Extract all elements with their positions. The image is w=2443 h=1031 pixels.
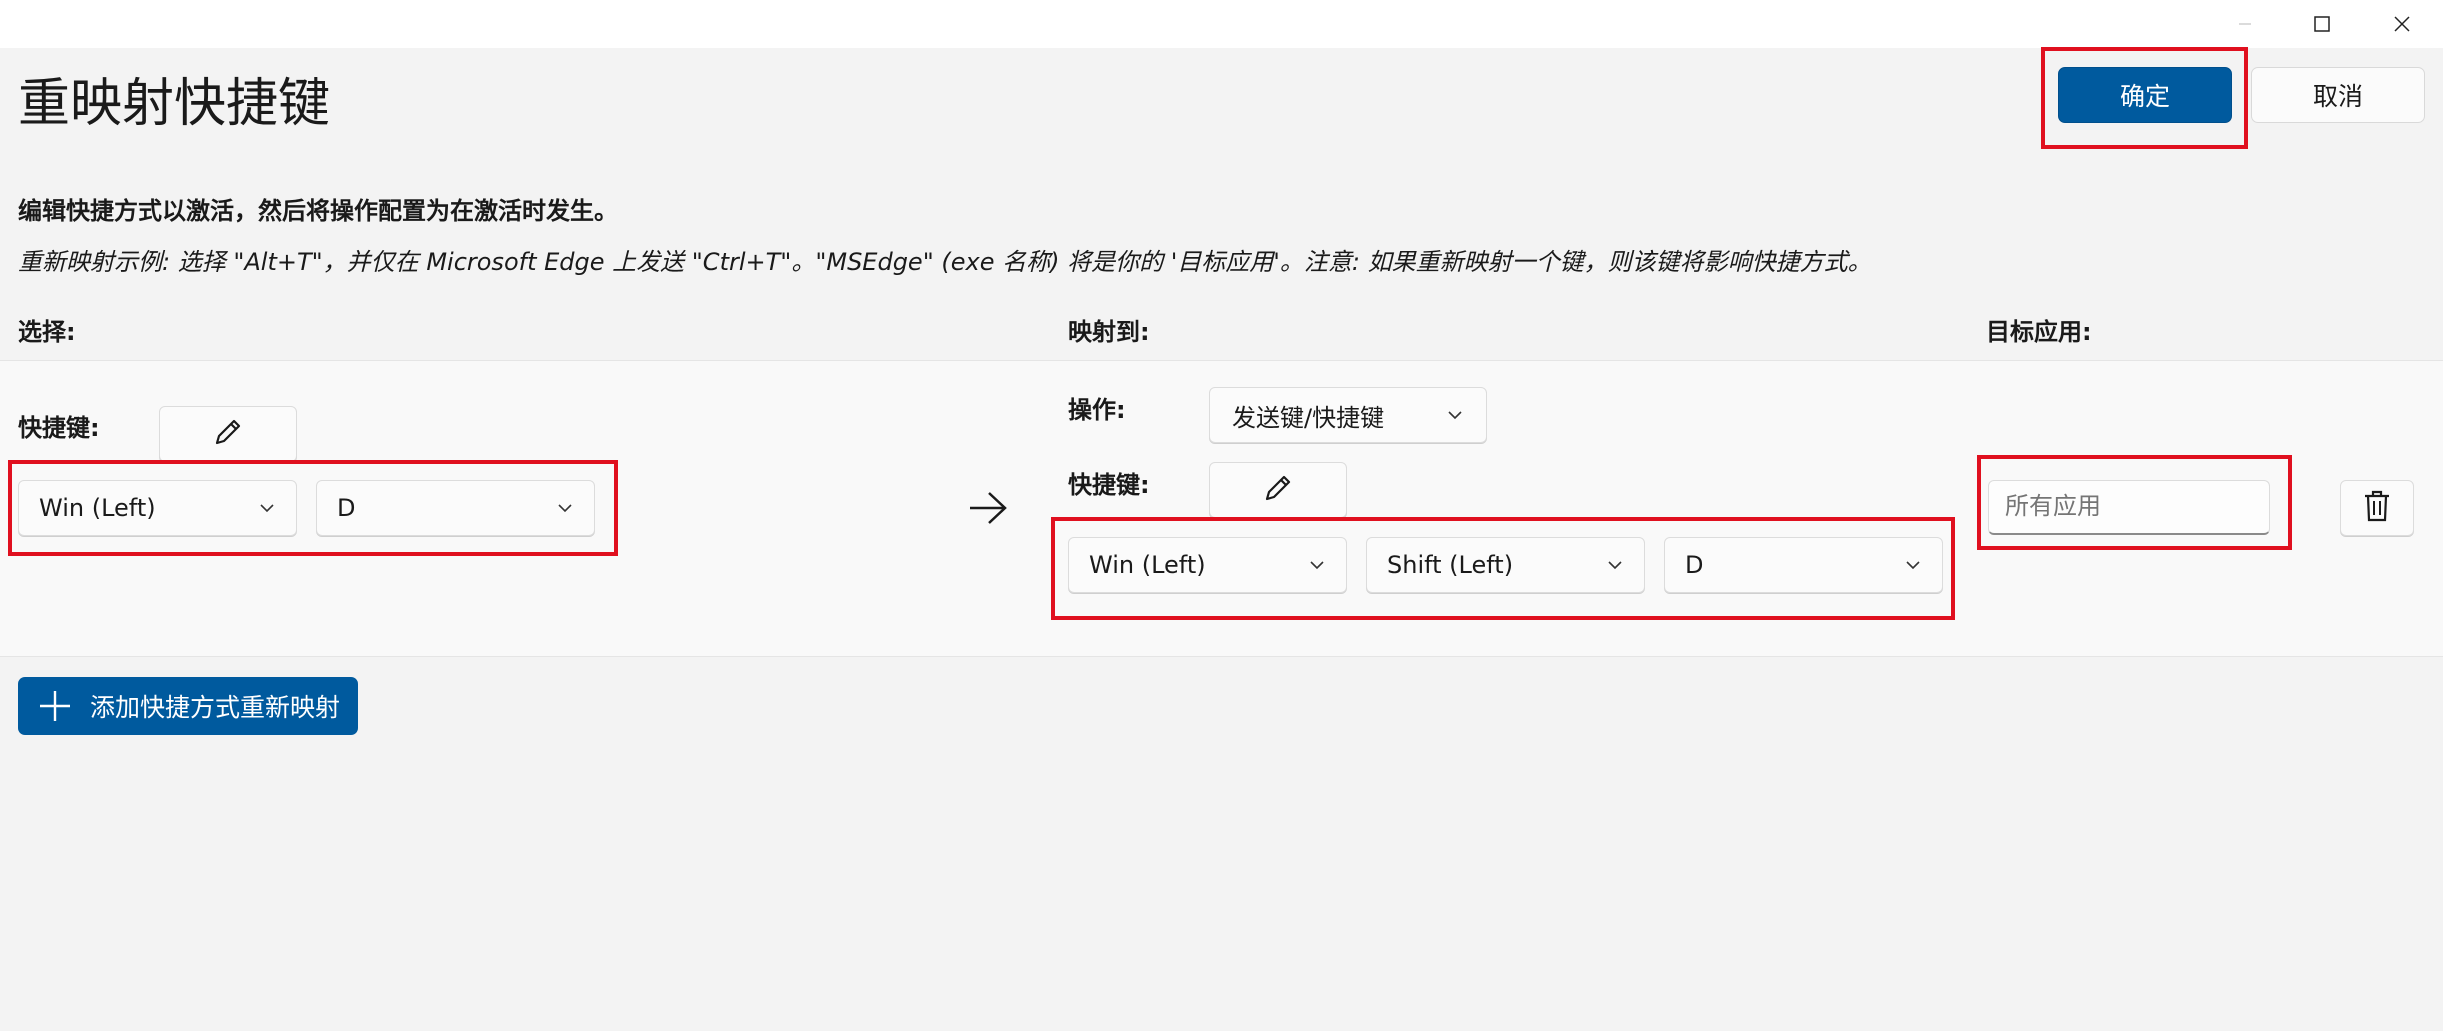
action-dropdown[interactable]: 发送键/快捷键 [1209,387,1487,443]
dropdown-value: Shift (Left) [1387,551,1514,579]
add-button-label: 添加快捷方式重新映射 [90,693,341,722]
target-app-input[interactable] [1988,480,2270,535]
source-key-dropdown-2[interactable]: D [316,480,595,536]
source-shortcut-label: 快捷键: [18,414,100,442]
dropdown-value: 发送键/快捷键 [1232,403,1385,432]
ok-button[interactable]: 确定 [2058,67,2232,123]
column-header-map-to: 映射到: [1068,318,1150,346]
page-title: 重映射快捷键 [18,74,331,134]
chevron-down-icon [258,499,276,517]
source-edit-button[interactable] [159,406,297,462]
maximize-icon[interactable] [2282,0,2362,48]
pencil-icon [1260,470,1296,510]
action-label: 操作: [1068,396,1126,424]
dropdown-value: Win (Left) [1089,551,1206,579]
chevron-down-icon [1308,556,1326,574]
column-header-select: 选择: [18,318,76,346]
dropdown-value: Win (Left) [39,494,156,522]
close-icon[interactable] [2362,0,2442,48]
cancel-button[interactable]: 取消 [2251,67,2425,123]
chevron-down-icon [556,499,574,517]
trash-icon [2362,489,2392,527]
source-key-dropdown-1[interactable]: Win (Left) [18,480,297,536]
arrow-right-icon [967,488,1009,532]
dropdown-value: D [337,494,356,522]
title-bar [0,0,2443,48]
dropdown-value: D [1685,551,1704,579]
example-text: 重新映射示例: 选择 "Alt+T"，并仅在 Microsoft Edge 上发… [18,248,1872,276]
delete-button[interactable] [2340,480,2414,536]
mapped-key-dropdown-1[interactable]: Win (Left) [1068,537,1347,593]
chevron-down-icon [1606,556,1624,574]
chevron-down-icon [1446,406,1464,424]
add-shortcut-remap-button[interactable]: 添加快捷方式重新映射 [18,677,358,735]
mapped-key-dropdown-3[interactable]: D [1664,537,1943,593]
instruction-text: 编辑快捷方式以激活，然后将操作配置为在激活时发生。 [18,197,618,225]
mapped-shortcut-label: 快捷键: [1068,471,1150,499]
minimize-icon[interactable] [2205,0,2285,48]
mapped-key-dropdown-2[interactable]: Shift (Left) [1366,537,1645,593]
mapped-edit-button[interactable] [1209,462,1347,518]
chevron-down-icon [1904,556,1922,574]
pencil-icon [210,414,246,454]
column-header-target-app: 目标应用: [1986,318,2092,346]
plus-icon [38,689,72,723]
